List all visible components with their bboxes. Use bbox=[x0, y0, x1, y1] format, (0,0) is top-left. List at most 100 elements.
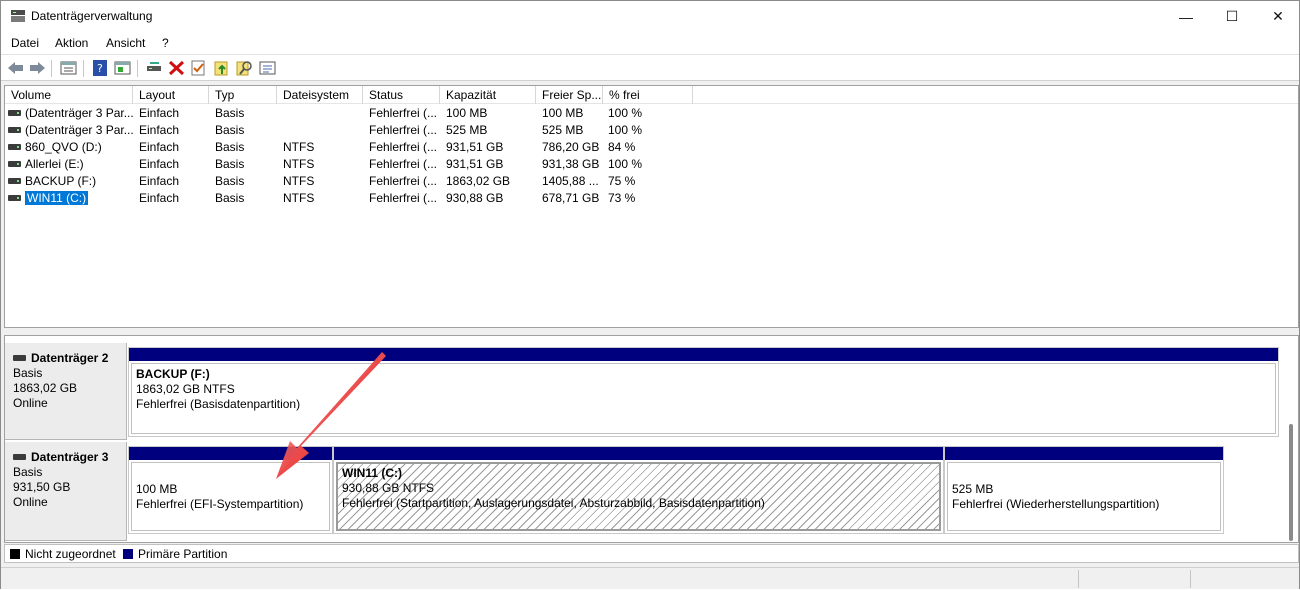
window-title: Datenträgerverwaltung bbox=[31, 9, 153, 23]
table-row[interactable]: (Datenträger 3 Par... Einfach Basis Fehlerf… bbox=[5, 105, 1298, 122]
cell-status: Fehlerfrei (... bbox=[369, 140, 438, 154]
volume-list-header: Volume Layout Typ Dateisystem Status Kap… bbox=[5, 86, 1298, 104]
connect-icon[interactable] bbox=[146, 60, 163, 76]
properties-list-icon[interactable] bbox=[60, 60, 77, 76]
cell-layout: Einfach bbox=[139, 157, 180, 171]
cell-status: Fehlerfrei (... bbox=[369, 174, 438, 188]
cell-freier-speicher: 525 MB bbox=[542, 123, 584, 137]
volume-list: Volume Layout Typ Dateisystem Status Kap… bbox=[4, 85, 1299, 328]
disk-2-name: Datenträger 2 bbox=[13, 351, 126, 366]
toolbar-separator bbox=[83, 60, 84, 77]
partition-status: Fehlerfrei (EFI-Systempartition) bbox=[136, 497, 304, 511]
cell-prozent-frei: 84 % bbox=[608, 140, 636, 154]
column-volume[interactable]: Volume bbox=[5, 86, 133, 104]
partition-size: 930,88 GB NTFS bbox=[342, 481, 435, 495]
close-button[interactable]: ✕ bbox=[1255, 1, 1300, 32]
cell-kapazitaet: 1863,02 GB bbox=[446, 174, 511, 188]
menu-ansicht[interactable]: Ansicht bbox=[106, 36, 145, 50]
maximize-button[interactable]: ☐ bbox=[1209, 1, 1255, 32]
cell-layout: Einfach bbox=[139, 123, 180, 137]
table-row[interactable]: 860_QVO (D:) Einfach Basis NTFS Fehlerfrei (… bbox=[5, 139, 1298, 156]
partition-bar bbox=[945, 447, 1223, 460]
cell-prozent-frei: 75 % bbox=[608, 174, 636, 188]
disk-2-size: 1863,02 GB bbox=[13, 381, 78, 395]
disk-3-label[interactable]: Datenträger 3 Basis 931,50 GB Online bbox=[5, 442, 127, 541]
column-prozent-frei[interactable]: % frei bbox=[603, 86, 693, 104]
cell-volume: 860_QVO (D:) bbox=[25, 140, 102, 154]
partition-efi[interactable]: 100 MB Fehlerfrei (EFI-Systempartition) bbox=[128, 446, 333, 534]
menu-aktion[interactable]: Aktion bbox=[55, 36, 88, 50]
table-row[interactable]: WIN11 (C:) Einfach Basis NTFS Fehlerfrei (..… bbox=[5, 190, 1298, 207]
cell-typ: Basis bbox=[215, 123, 245, 137]
cell-layout: Einfach bbox=[139, 140, 180, 154]
cell-volume: (Datenträger 3 Par... bbox=[25, 123, 134, 137]
cell-typ: Basis bbox=[215, 191, 245, 205]
cell-freier-speicher: 1405,88 ... bbox=[542, 174, 599, 188]
console-icon[interactable] bbox=[259, 60, 276, 76]
volume-icon bbox=[8, 110, 21, 116]
column-layout[interactable]: Layout bbox=[133, 86, 209, 104]
cell-freier-speicher: 786,20 GB bbox=[542, 140, 600, 154]
table-row[interactable]: (Datenträger 3 Par... Einfach Basis Fehlerf… bbox=[5, 122, 1298, 139]
forward-icon[interactable] bbox=[29, 60, 46, 76]
partition-status: Fehlerfrei (Basisdatenpartition) bbox=[136, 397, 301, 411]
cell-dateisystem: NTFS bbox=[283, 157, 315, 171]
delete-icon[interactable] bbox=[168, 60, 185, 76]
partition-status: Fehlerfrei (Startpartition, Auslagerungs… bbox=[342, 496, 765, 510]
menu-help[interactable]: ? bbox=[162, 36, 169, 50]
disk-3-type: Basis bbox=[13, 465, 43, 479]
menu-bar: Datei Aktion Ansicht ? bbox=[1, 32, 1299, 54]
new-folder-icon[interactable] bbox=[213, 60, 230, 76]
partition-bar bbox=[129, 447, 332, 460]
disk-3-size: 931,50 GB bbox=[13, 480, 71, 494]
status-separator bbox=[1078, 570, 1079, 588]
partition-win11[interactable]: WIN11 (C:) 930,88 GB NTFS Fehlerfrei (St… bbox=[333, 446, 944, 534]
help-icon[interactable]: ? bbox=[92, 60, 109, 76]
disk-3-name: Datenträger 3 bbox=[13, 450, 126, 465]
column-typ[interactable]: Typ bbox=[209, 86, 277, 104]
back-icon[interactable] bbox=[7, 60, 24, 76]
column-status[interactable]: Status bbox=[363, 86, 440, 104]
column-freier-speicher[interactable]: Freier Sp... bbox=[536, 86, 603, 104]
partition-backup[interactable]: BACKUP (F:) 1863,02 GB NTFS Fehlerfrei (… bbox=[128, 347, 1279, 437]
toolbar: ? bbox=[1, 54, 1299, 81]
unallocated-swatch bbox=[10, 549, 20, 559]
partition-name: WIN11 (C:) bbox=[342, 466, 402, 480]
cell-kapazitaet: 525 MB bbox=[446, 123, 488, 137]
volume-icon bbox=[8, 178, 21, 184]
cell-typ: Basis bbox=[215, 174, 245, 188]
table-row[interactable]: Allerlei (E:) Einfach Basis NTFS Fehlerfrei … bbox=[5, 156, 1298, 173]
title-bar: Datenträgerverwaltung — ☐ ✕ bbox=[1, 1, 1299, 32]
search-icon[interactable] bbox=[236, 60, 253, 76]
column-kapazitaet[interactable]: Kapazität bbox=[440, 86, 536, 104]
legend-unallocated: Nicht zugeordnet bbox=[25, 547, 116, 561]
cell-dateisystem: NTFS bbox=[283, 191, 315, 205]
cell-layout: Einfach bbox=[139, 191, 180, 205]
checklist-icon[interactable] bbox=[190, 60, 207, 76]
cell-volume: Allerlei (E:) bbox=[25, 157, 84, 171]
cell-kapazitaet: 931,51 GB bbox=[446, 140, 504, 154]
cell-freier-speicher: 678,71 GB bbox=[542, 191, 600, 205]
volume-icon bbox=[8, 127, 21, 133]
minimize-icon: — bbox=[1179, 8, 1193, 25]
partition-body: 100 MB Fehlerfrei (EFI-Systempartition) bbox=[131, 462, 330, 531]
cell-kapazitaet: 100 MB bbox=[446, 106, 488, 120]
show-hide-icon[interactable] bbox=[114, 60, 131, 76]
disk-2-label[interactable]: Datenträger 2 Basis 1863,02 GB Online bbox=[5, 343, 127, 440]
disk-view-scrollbar[interactable] bbox=[1289, 424, 1293, 541]
cell-volume: BACKUP (F:) bbox=[25, 174, 97, 188]
cell-dateisystem: NTFS bbox=[283, 174, 315, 188]
menu-datei[interactable]: Datei bbox=[11, 36, 39, 50]
minimize-button[interactable]: — bbox=[1163, 1, 1209, 32]
disk-3-state: Online bbox=[13, 495, 48, 509]
column-dateisystem[interactable]: Dateisystem bbox=[277, 86, 363, 104]
partition-size: 525 MB bbox=[952, 482, 994, 496]
cell-status: Fehlerfrei (... bbox=[369, 106, 438, 120]
cell-prozent-frei: 73 % bbox=[608, 191, 636, 205]
partition-recovery[interactable]: 525 MB Fehlerfrei (Wiederherstellungspar… bbox=[944, 446, 1224, 534]
primary-swatch bbox=[123, 549, 133, 559]
volume-icon bbox=[8, 144, 21, 150]
table-row[interactable]: BACKUP (F:) Einfach Basis NTFS Fehlerfrei (.… bbox=[5, 173, 1298, 190]
disk-management-icon bbox=[11, 10, 25, 22]
cell-freier-speicher: 100 MB bbox=[542, 106, 584, 120]
